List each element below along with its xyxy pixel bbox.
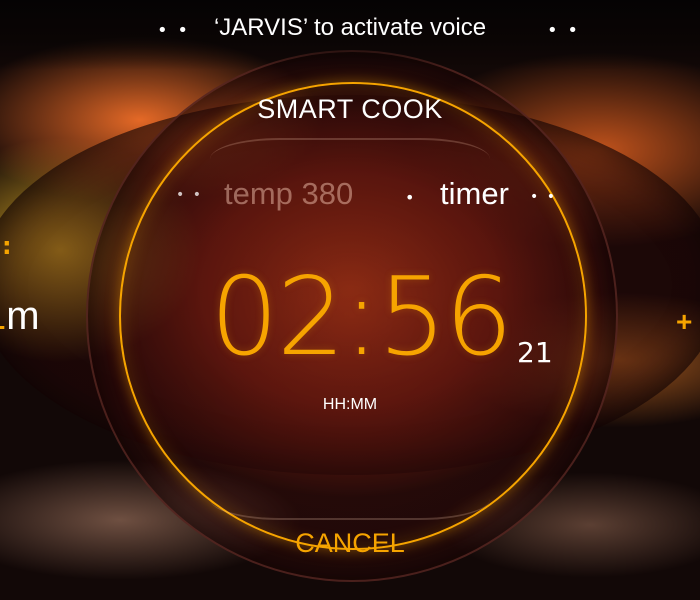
left-partial-colon-icon: : [2,232,12,260]
timer-display[interactable]: 02:56 [210,255,513,380]
temp-option[interactable]: temp 380 [224,176,353,212]
bottom-arc-divider [210,478,490,520]
timer-option[interactable]: timer [440,176,509,212]
option-left-dots-icon: • • [176,187,203,203]
timer-seconds: 21 [517,336,553,369]
voice-activation-hint: ‘JARVIS’ to activate voice [213,14,487,41]
page-title: SMART COOK [257,94,443,124]
left-partial-unit: m [6,294,40,338]
left-partial-value[interactable]: 1m [0,294,40,339]
cancel-button[interactable]: CANCEL [0,528,700,559]
increase-button[interactable]: + [676,306,692,338]
top-arc-divider [210,138,490,180]
right-dots-icon: • • [547,20,580,41]
selected-option-dot-icon: • [405,188,417,207]
option-right-dots-icon: • • [530,189,557,205]
time-format-label: HH:MM [322,396,378,413]
